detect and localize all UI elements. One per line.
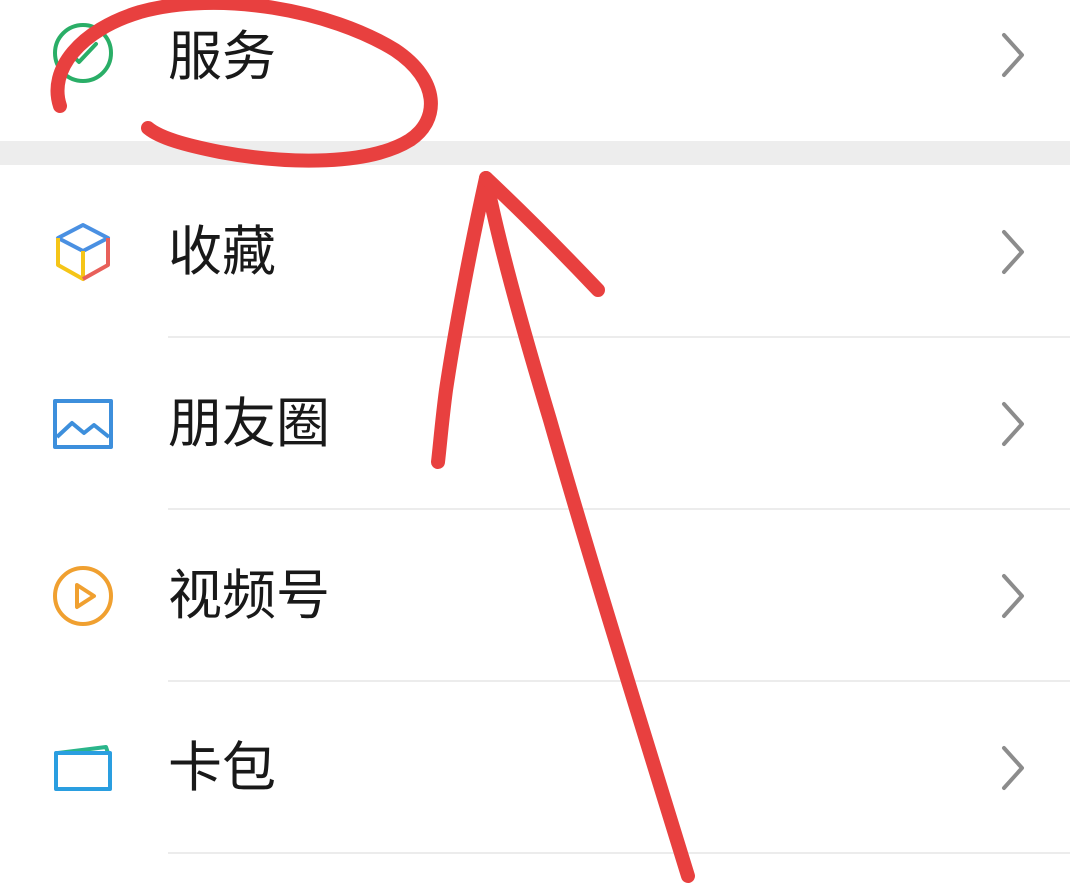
- menu-item-cards[interactable]: 卡包: [0, 682, 1070, 854]
- menu-item-channels[interactable]: 视频号: [0, 510, 1070, 682]
- cube-icon: [56, 223, 110, 281]
- menu-item-label: 视频号: [168, 564, 330, 627]
- play-circle-icon: [53, 566, 113, 626]
- chevron-right-icon: [1002, 574, 1024, 618]
- menu-item-label: 收藏: [168, 220, 276, 283]
- row-divider: [168, 852, 1070, 854]
- image-icon: [53, 399, 113, 449]
- menu-item-favorites[interactable]: 收藏: [0, 165, 1070, 338]
- section-gap: [0, 141, 1070, 165]
- menu-item-label: 朋友圈: [168, 392, 330, 455]
- chevron-right-icon: [1002, 33, 1024, 77]
- chevron-right-icon: [1002, 402, 1024, 446]
- menu-item-label: 服务: [168, 25, 276, 88]
- chevron-right-icon: [1002, 230, 1024, 274]
- services-check-circle-icon: [53, 23, 113, 83]
- menu-item-services[interactable]: 服务: [0, 0, 1070, 141]
- menu-item-moments[interactable]: 朋友圈: [0, 338, 1070, 510]
- settings-menu-screen: 服务 收藏 朋友圈 视频号 卡包: [0, 0, 1070, 888]
- chevron-right-icon: [1002, 746, 1024, 790]
- card-wallet-icon: [54, 745, 112, 791]
- menu-item-label: 卡包: [168, 736, 276, 799]
